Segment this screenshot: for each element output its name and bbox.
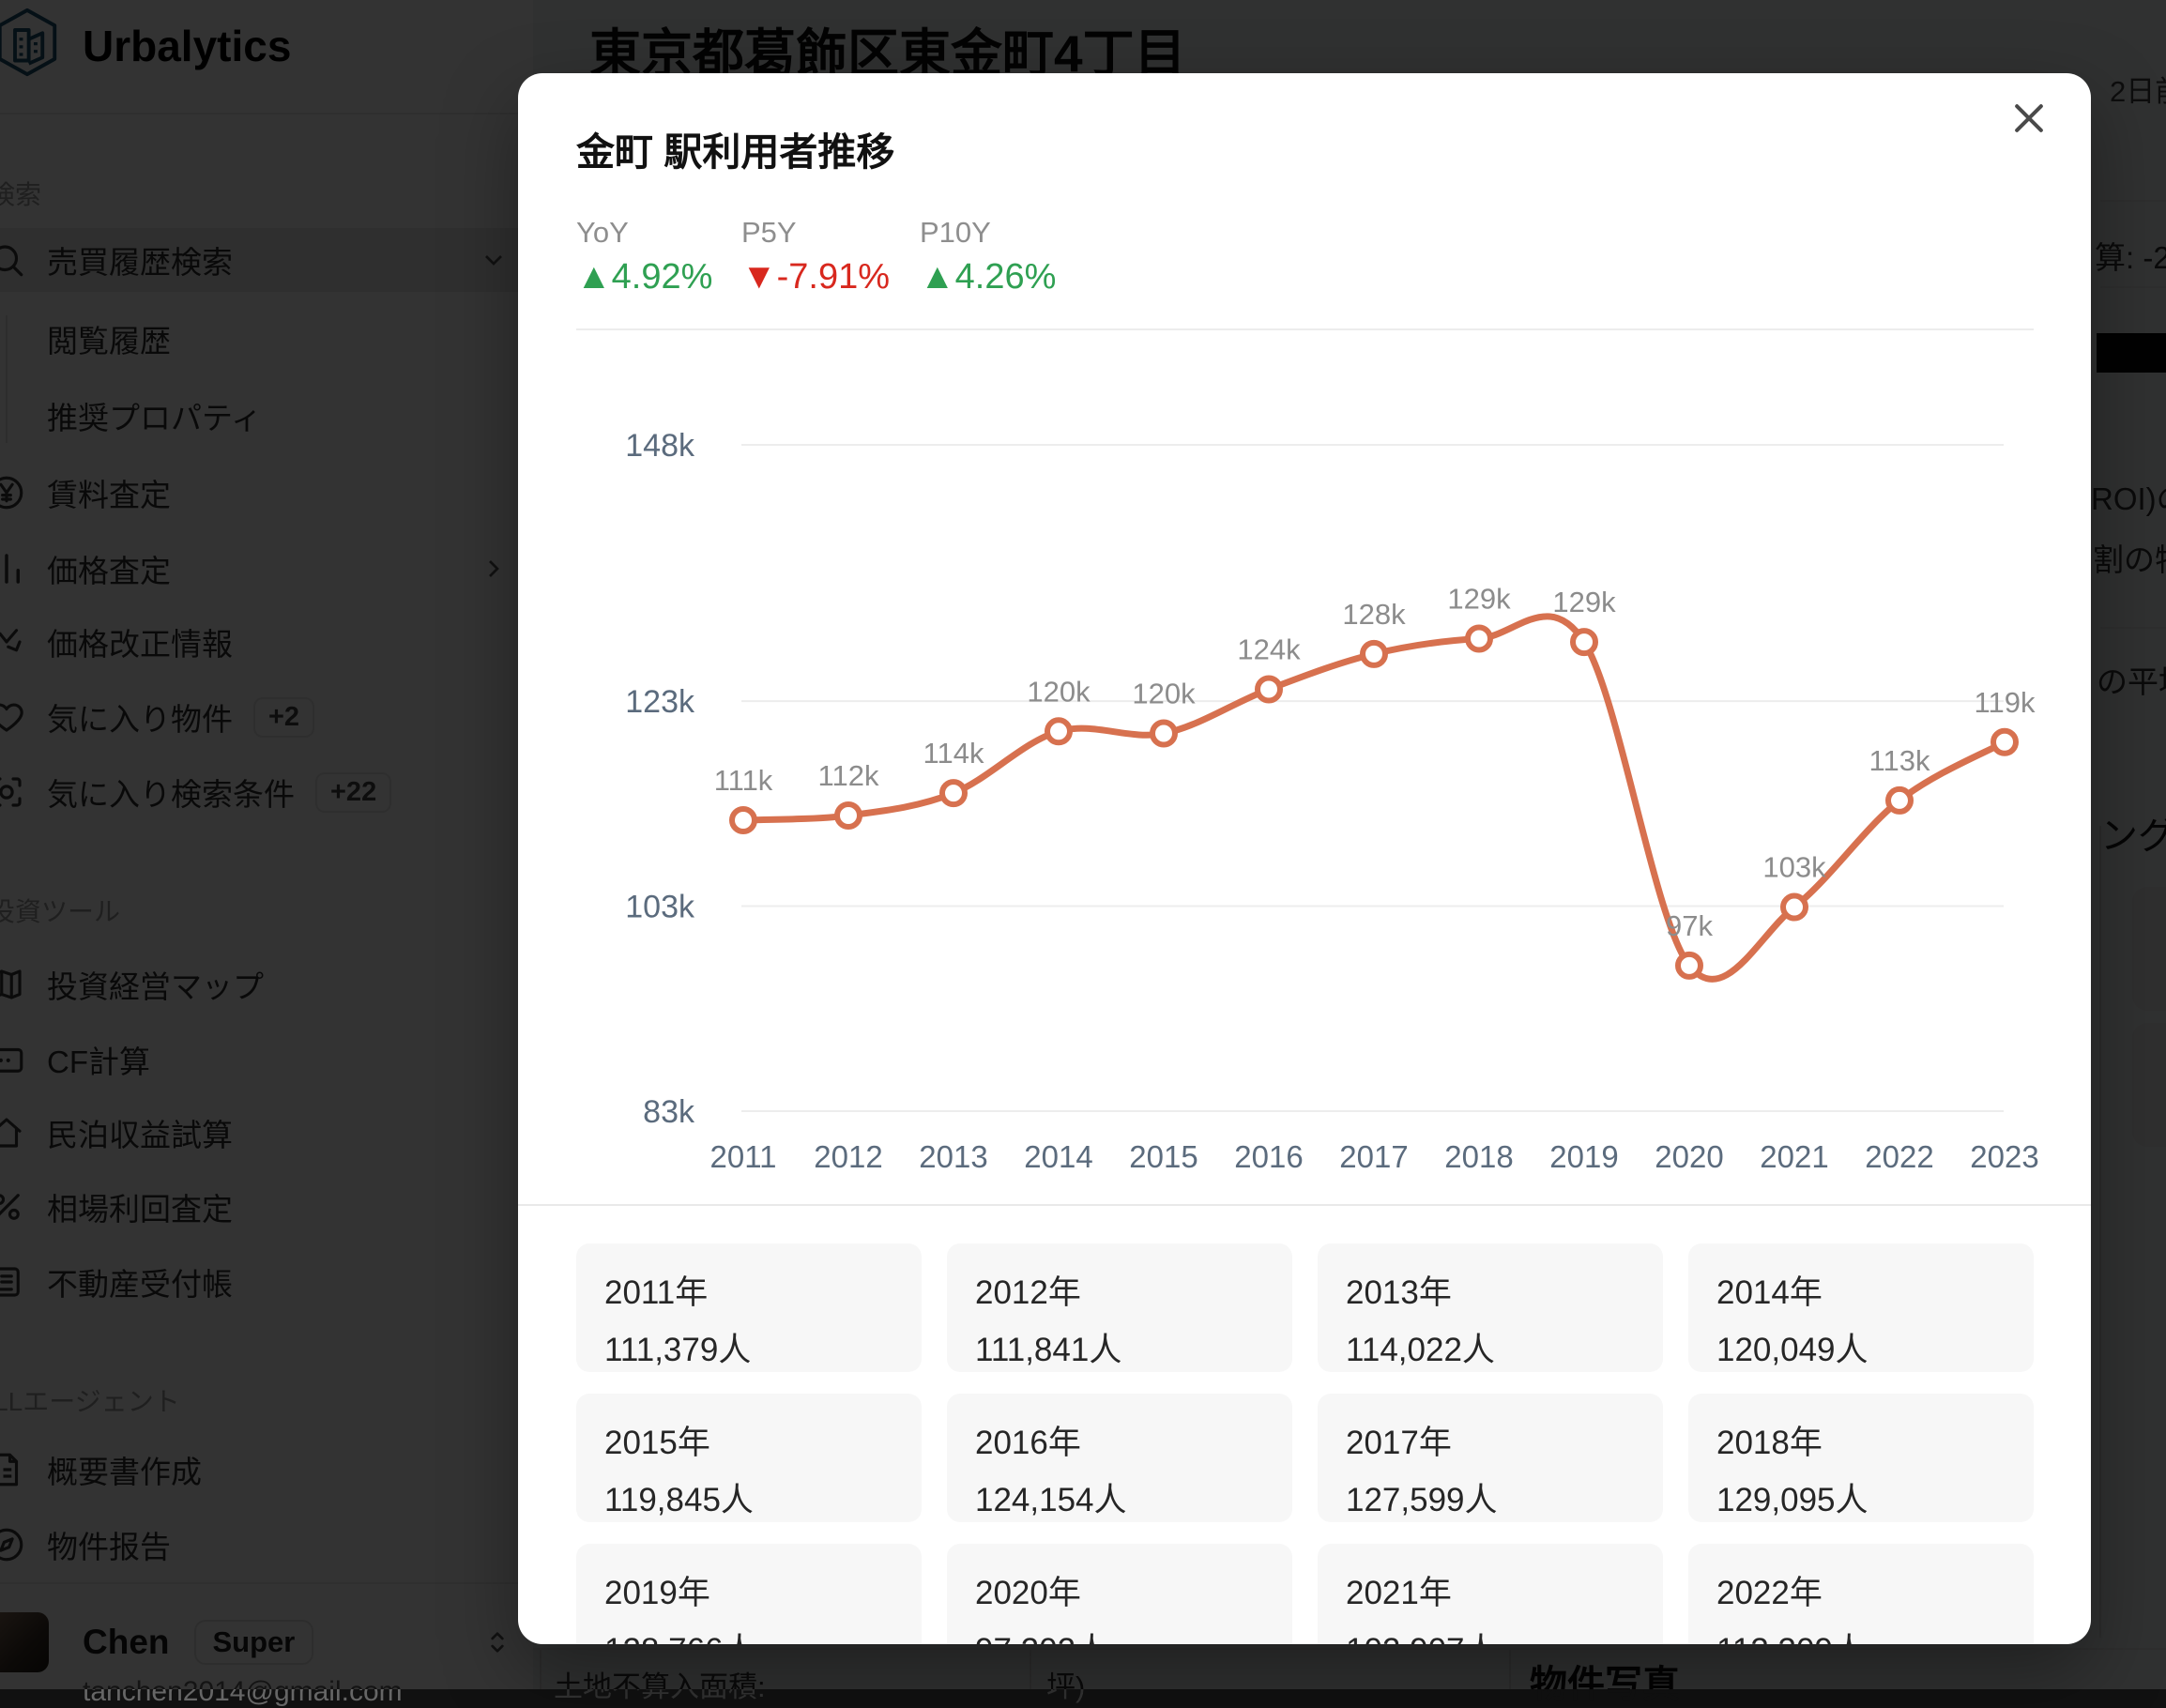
svg-text:2023: 2023 (1970, 1139, 2038, 1174)
svg-text:97k: 97k (1666, 909, 1713, 942)
year-card: 2017年 127,599人 (1318, 1394, 1663, 1522)
svg-text:2020: 2020 (1655, 1139, 1723, 1174)
svg-text:128k: 128k (1342, 598, 1406, 631)
svg-text:120k: 120k (1027, 675, 1091, 708)
svg-text:113k: 113k (1869, 744, 1930, 777)
svg-text:2016: 2016 (1234, 1139, 1303, 1174)
svg-text:111k: 111k (714, 764, 773, 797)
year-card: 2014年 120,049人 (1688, 1243, 2034, 1372)
svg-text:2011: 2011 (710, 1139, 777, 1174)
svg-text:2017: 2017 (1339, 1139, 1408, 1174)
year-card: 2020年97,202人 (947, 1544, 1292, 1644)
year-card: 2013年 114,022人 (1318, 1243, 1663, 1372)
svg-text:119k: 119k (1975, 686, 2036, 719)
svg-text:120k: 120k (1132, 678, 1196, 710)
svg-text:2012: 2012 (814, 1139, 882, 1174)
svg-text:2019: 2019 (1549, 1139, 1618, 1174)
svg-text:129k: 129k (1552, 586, 1616, 618)
svg-text:2014: 2014 (1024, 1139, 1092, 1174)
svg-text:83k: 83k (643, 1094, 695, 1130)
svg-text:2022: 2022 (1865, 1139, 1933, 1174)
svg-text:2021: 2021 (1760, 1139, 1828, 1174)
year-card: 2019年128,766人 (576, 1544, 922, 1644)
svg-text:2013: 2013 (919, 1139, 987, 1174)
station-users-chart: 148k 123k 103k 83k 2011 2012 2013 2014 2015 2016 2… (518, 73, 2091, 1209)
year-card: 2022年113,309人 (1688, 1544, 2034, 1644)
station-users-modal: 金町 駅利用者推移 YoY ▲4.92% P5Y ▼-7.91% P10Y ▲4… (518, 73, 2091, 1644)
svg-text:103k: 103k (625, 890, 695, 925)
svg-text:114k: 114k (923, 737, 984, 770)
year-card: 2016年 124,154人 (947, 1394, 1292, 1522)
svg-text:112k: 112k (818, 759, 879, 792)
svg-text:2015: 2015 (1129, 1139, 1197, 1174)
svg-text:124k: 124k (1237, 633, 1301, 665)
svg-text:2018: 2018 (1444, 1139, 1513, 1174)
line-chart-svg: 148k 123k 103k 83k 2011 2012 2013 2014 2015 2016 2… (625, 428, 2038, 1174)
year-card: 2012年 111,841人 (947, 1243, 1292, 1372)
svg-text:148k: 148k (625, 428, 695, 464)
year-card: 2018年 129,095人 (1688, 1394, 2034, 1522)
svg-text:123k: 123k (625, 684, 695, 720)
yearly-values-grid: 2011年 111,379人 2012年 111,841人 2013年 114,022… (576, 1243, 2034, 1644)
svg-text:129k: 129k (1447, 583, 1511, 616)
year-card: 2011年 111,379人 (576, 1243, 922, 1372)
year-card: 2015年 119,845人 (576, 1394, 922, 1522)
svg-text:103k: 103k (1762, 851, 1826, 884)
divider (518, 1204, 2091, 1206)
year-card: 2021年102,907人 (1318, 1544, 1663, 1644)
